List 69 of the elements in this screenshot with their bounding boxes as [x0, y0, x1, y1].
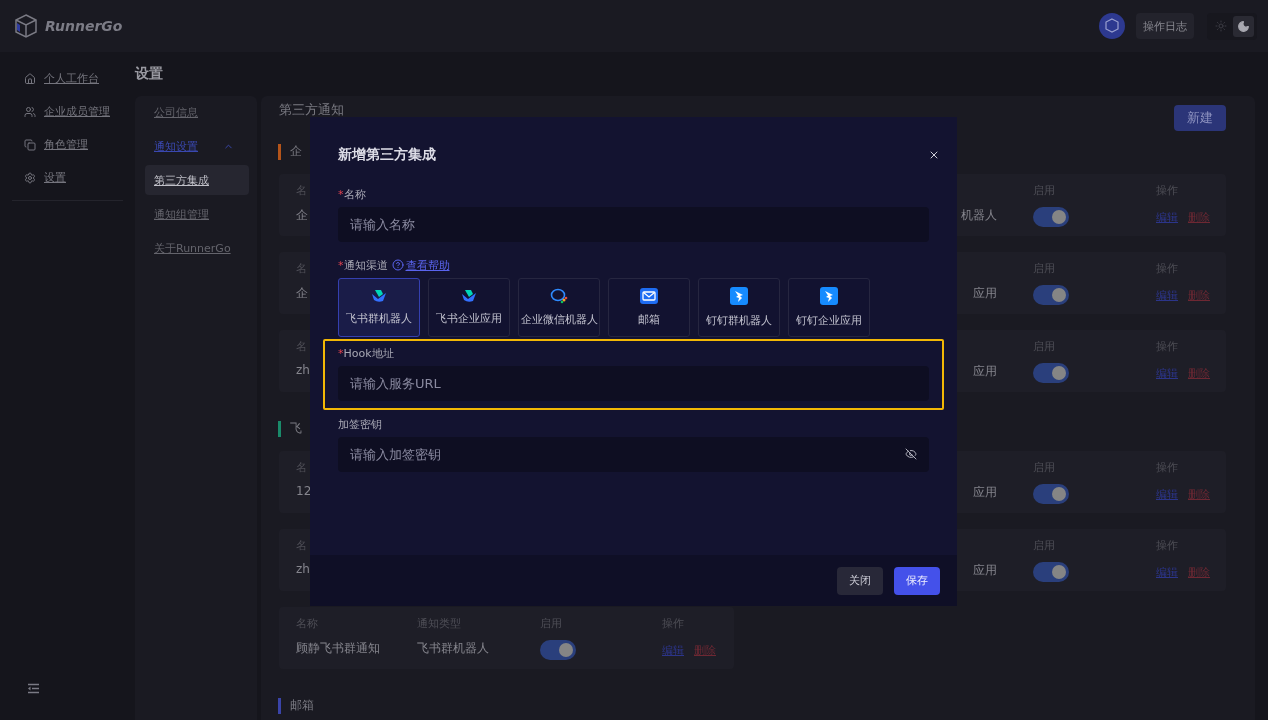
swoosh-icon — [730, 287, 748, 305]
nav-item[interactable]: 设置 — [0, 161, 135, 194]
page-title: 设置 — [135, 64, 164, 83]
home-icon — [24, 72, 36, 85]
name-value: zh — [296, 562, 310, 578]
enable-toggle[interactable] — [1033, 562, 1069, 582]
users-icon — [24, 105, 36, 118]
wing-icon — [371, 289, 387, 303]
collapse-icon[interactable] — [27, 683, 40, 694]
field-label: 加签密钥 — [338, 416, 382, 432]
settings-nav-item[interactable]: 公司信息 — [145, 97, 249, 127]
field-label: *通知渠道 — [338, 257, 388, 273]
help-link[interactable]: 查看帮助 — [391, 257, 450, 273]
channel-option[interactable]: 钉钉企业应用 — [788, 278, 870, 337]
type-value: 机器人 — [961, 207, 998, 224]
settings-nav-item[interactable]: 第三方集成 — [145, 165, 249, 195]
name-value: 企 — [296, 207, 308, 224]
settings-nav-item[interactable]: 通知组管理 — [145, 199, 249, 229]
nav-item[interactable]: 角色管理 — [0, 128, 135, 161]
type-value: 应用 — [973, 484, 998, 501]
new-button[interactable]: 新建 — [1174, 105, 1226, 131]
section-heading: 第三方通知 — [279, 101, 344, 119]
settings-nav-item[interactable]: 关于RunnerGo — [145, 233, 249, 263]
group-title: 飞 — [290, 420, 302, 437]
chat-bubble-icon — [550, 288, 568, 304]
input-field[interactable]: 请输入名称 — [338, 207, 929, 242]
enable-toggle[interactable] — [1033, 285, 1069, 305]
enable-toggle[interactable] — [1033, 363, 1069, 383]
channel-option[interactable]: 飞书企业应用 — [428, 278, 510, 337]
field-label: *Hook地址 — [338, 345, 394, 361]
nav-item[interactable]: 企业成员管理 — [0, 95, 135, 128]
field-label: *名称 — [338, 186, 366, 202]
avatar-icon[interactable] — [1099, 13, 1125, 39]
channel-option[interactable]: 邮箱 — [608, 278, 690, 337]
wing-icon — [461, 289, 477, 303]
nav-item[interactable]: 个人工作台 — [0, 62, 135, 95]
name-value: zh — [296, 363, 310, 379]
enable-toggle[interactable] — [1033, 484, 1069, 504]
name-value: 顾静飞书群通知 — [296, 640, 380, 657]
input-field[interactable]: 请输入服务URL — [338, 366, 929, 401]
type-value: 应用 — [973, 562, 998, 579]
moon-icon[interactable] — [1233, 15, 1254, 37]
mail-icon — [640, 288, 658, 304]
save-button[interactable]: 保存 — [894, 566, 940, 595]
group-title: 邮箱 — [290, 697, 314, 714]
operation-log-button[interactable]: 操作日志 — [1136, 13, 1194, 39]
settings-nav-item[interactable]: 通知设置 — [145, 131, 249, 161]
enable-toggle[interactable] — [540, 640, 576, 660]
logo-text: RunnerGo — [45, 18, 123, 34]
channel-option[interactable]: 企业微信机器人 — [518, 278, 600, 337]
close-icon[interactable] — [928, 149, 940, 161]
group-title: 企 — [290, 143, 302, 160]
channel-option[interactable]: 飞书群机器人 — [338, 278, 420, 337]
dialog-title: 新增第三方集成 — [338, 146, 436, 164]
copy-icon — [24, 138, 36, 151]
settings-icon — [24, 171, 36, 184]
cube-logo-icon — [15, 14, 37, 38]
type-value: 应用 — [973, 363, 998, 380]
close-button[interactable]: 关闭 — [837, 566, 883, 595]
help-icon — [391, 259, 404, 271]
input-field[interactable]: 请输入加签密钥 — [338, 437, 929, 472]
eye-off-icon[interactable] — [905, 448, 917, 460]
enable-toggle[interactable] — [1033, 207, 1069, 227]
name-value: 企 — [296, 285, 308, 302]
swoosh-icon — [820, 287, 838, 305]
name-value: 12 — [296, 484, 312, 500]
type-value: 飞书群机器人 — [417, 640, 489, 657]
type-value: 应用 — [973, 285, 998, 302]
channel-option[interactable]: 钉钉群机器人 — [698, 278, 780, 337]
